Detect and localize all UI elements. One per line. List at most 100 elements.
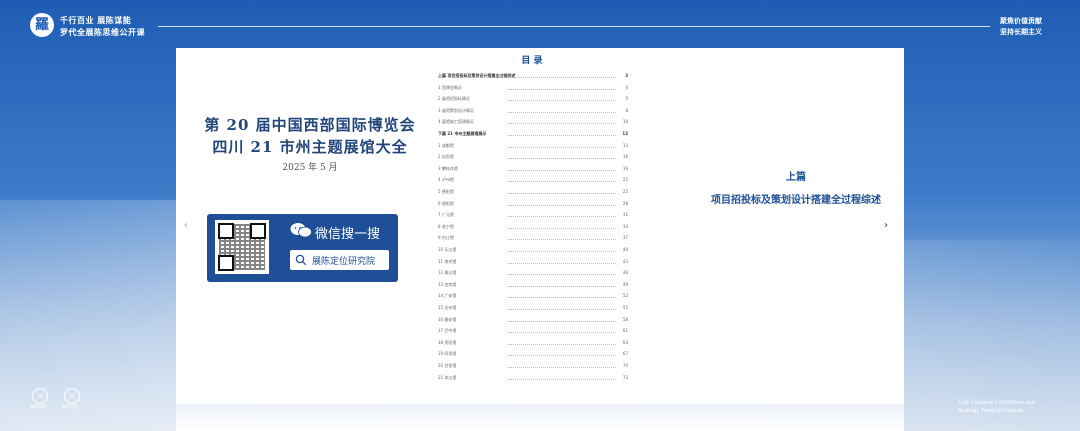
footer-english-line-2: Strategy Training Institute <box>958 408 1024 414</box>
toc-entry-page: 8 <box>625 107 628 113</box>
toc-entry-page: 61 <box>622 328 628 334</box>
wechat-search-text: 展陈定位研究院 <box>312 257 376 267</box>
toc-entry[interactable]: 13 宜宾馆 49 <box>438 280 628 290</box>
slogan-line-2: 罗代全展陈思维公开课 <box>60 28 145 37</box>
prev-page-arrow[interactable]: ‹ <box>184 220 188 231</box>
toc-entry-title: 15 达州馆 <box>438 305 457 310</box>
toc-entry[interactable]: 16 雅安馆 58 <box>438 315 628 325</box>
toc-entry[interactable]: 15 达州馆 55 <box>438 303 628 313</box>
toc-entry[interactable]: 19 阿坝馆 67 <box>438 349 628 359</box>
toc-entry[interactable]: 5 德阳馆 25 <box>438 187 628 197</box>
toc-entry[interactable]: 1 西博会概况 4 <box>438 83 628 93</box>
toc-leader-dots <box>508 297 616 299</box>
toc-entry[interactable]: 3 攀枝花馆 19 <box>438 164 628 174</box>
toc-entry-page: 31 <box>622 212 628 218</box>
toc-entry-title: 10 乐山馆 <box>438 247 457 252</box>
toc-entry-title: 1 西博会概况 <box>438 84 462 90</box>
toc-entry[interactable]: 18 资阳馆 64 <box>438 338 628 348</box>
toc-entry-title: 2 展馆招投标情况 <box>438 96 470 102</box>
toc-entry[interactable]: 7 广元馆 31 <box>438 210 628 220</box>
toc-entry[interactable]: 6 绵阳馆 28 <box>438 199 628 209</box>
toc-entry[interactable]: 21 凉山馆 73 <box>438 373 628 383</box>
toc-entry-page: 4 <box>625 84 628 90</box>
toc-entry-title: 6 绵阳馆 <box>438 200 454 206</box>
toc-entry[interactable]: 17 巴中馆 61 <box>438 326 628 336</box>
cover-date: 2025 年 5 月 <box>282 163 338 173</box>
cover-title-line-2: 四川 21 市州主题展馆大全 <box>212 138 408 156</box>
toc-entry-page: 52 <box>622 293 628 299</box>
toc-entry-page: 70 <box>622 363 628 368</box>
toc-leader-dots <box>508 88 616 90</box>
toc-entry-title: 18 资阳馆 <box>438 339 457 345</box>
toc-entry[interactable]: 3 展馆策划设计情况 8 <box>438 106 628 116</box>
toc-entry-page: 49 <box>622 281 628 287</box>
toc-leader-dots <box>508 309 616 310</box>
toc-entry-title: 12 眉山馆 <box>438 270 457 276</box>
slogan-line-1: 千行百业 展陈谋能 <box>60 16 132 25</box>
toc-leader-dots <box>508 274 616 276</box>
toc-entry-page: 58 <box>622 316 628 322</box>
wechat-icon <box>290 223 312 238</box>
toc-entry-page: 73 <box>622 374 628 380</box>
top-bar: 羅 千行百业 展陈谋能 罗代全展陈思维公开课 聚焦价值贡献 坚持长期主义 <box>0 0 1080 46</box>
toc-entry-title: 16 雅安馆 <box>438 316 457 322</box>
toc-entry-title: 5 德阳馆 <box>438 189 454 194</box>
toc-leader-dots <box>508 239 616 241</box>
toc-entry-title: 下篇 21 市州主题展馆展示 <box>438 131 487 136</box>
toc-entry[interactable]: 4 泸州馆 22 <box>438 175 628 185</box>
toc-leader-dots <box>508 355 616 357</box>
toc-entry[interactable]: 12 眉山馆 46 <box>438 268 628 278</box>
toc-entry-page: 22 <box>622 177 628 183</box>
toc-leader-dots <box>508 193 616 194</box>
wechat-search-card[interactable]: 微信搜一搜 展陈定位研究院 <box>207 214 398 282</box>
toc-entry[interactable]: 11 南充馆 43 <box>438 257 628 267</box>
right-slogan-1: 聚焦价值贡献 <box>1000 17 1042 25</box>
footer-badge-2-label: 展陈定位 <box>62 404 78 409</box>
toc-entry-title: 1 成都馆 <box>438 142 454 148</box>
toc-leader-dots <box>508 332 616 334</box>
toc-entry-title: 20 甘孜馆 <box>438 363 457 368</box>
toc-entry[interactable]: 下篇 21 市州主题展馆展示 12 <box>438 129 628 139</box>
toc-entry[interactable]: 2 展馆招投标情况 5 <box>438 94 628 104</box>
wechat-search-box[interactable]: 展陈定位研究院 <box>290 250 389 270</box>
toc-entry[interactable]: 9 内江馆 37 <box>438 233 628 243</box>
next-page-arrow[interactable]: › <box>884 220 888 231</box>
wechat-search-label: 微信搜一搜 <box>315 227 381 242</box>
toc-leader-dots <box>508 146 616 148</box>
toc-entry-page: 37 <box>622 235 628 241</box>
qr-code[interactable] <box>215 220 269 274</box>
toc-entry-title: 2 自贡馆 <box>438 154 454 160</box>
toc-entry-page: 10 <box>622 119 628 125</box>
toc-entry-page: 25 <box>622 189 628 194</box>
toc-entry-page: 43 <box>622 258 628 264</box>
toc-entry[interactable]: 4 展馆施工搭建情况 10 <box>438 117 628 127</box>
toc-entry[interactable]: 14 广安馆 52 <box>438 291 628 301</box>
toc-entry-title: 13 宜宾馆 <box>438 281 457 287</box>
toc-entry-title: 9 内江馆 <box>438 235 454 241</box>
search-icon <box>295 254 307 266</box>
toc-entry-title: 14 广安馆 <box>438 293 457 299</box>
toc-leader-dots <box>508 378 616 380</box>
toc-entry-title: 3 攀枝花馆 <box>438 165 458 171</box>
toc-entry-page: 5 <box>625 96 628 102</box>
toc-leader-dots <box>508 158 616 160</box>
toc-entry[interactable]: 上篇 项目招投标及策划设计搭建全过程综述 3 <box>438 71 628 81</box>
footer-english-line-1: Cost Category's Exhibition and <box>958 400 1035 406</box>
toc-leader-dots <box>508 135 616 136</box>
toc-entry[interactable]: 1 成都馆 13 <box>438 141 628 151</box>
toc-entry-title: 21 凉山馆 <box>438 374 457 380</box>
toc-entry[interactable]: 8 遂宁馆 34 <box>438 222 628 232</box>
toc-entry-page: 40 <box>622 247 628 252</box>
toc-leader-dots <box>508 181 616 183</box>
toc-entry-title: 3 展馆策划设计情况 <box>438 107 474 113</box>
toc-entry-page: 46 <box>622 270 628 276</box>
background-building-left <box>0 200 176 431</box>
cover-title-line-1: 第 20 届中国西部国际博览会 <box>204 116 416 134</box>
toc-entry[interactable]: 2 自贡馆 16 <box>438 152 628 162</box>
toc-entry[interactable]: 20 甘孜馆 70 <box>438 361 628 371</box>
toc-entry-title: 7 广元馆 <box>438 212 454 218</box>
toc-entry-page: 55 <box>622 305 628 310</box>
toc-leader-dots <box>508 367 616 368</box>
toc-entry[interactable]: 10 乐山馆 40 <box>438 245 628 255</box>
toc-entry-page: 28 <box>622 200 628 206</box>
